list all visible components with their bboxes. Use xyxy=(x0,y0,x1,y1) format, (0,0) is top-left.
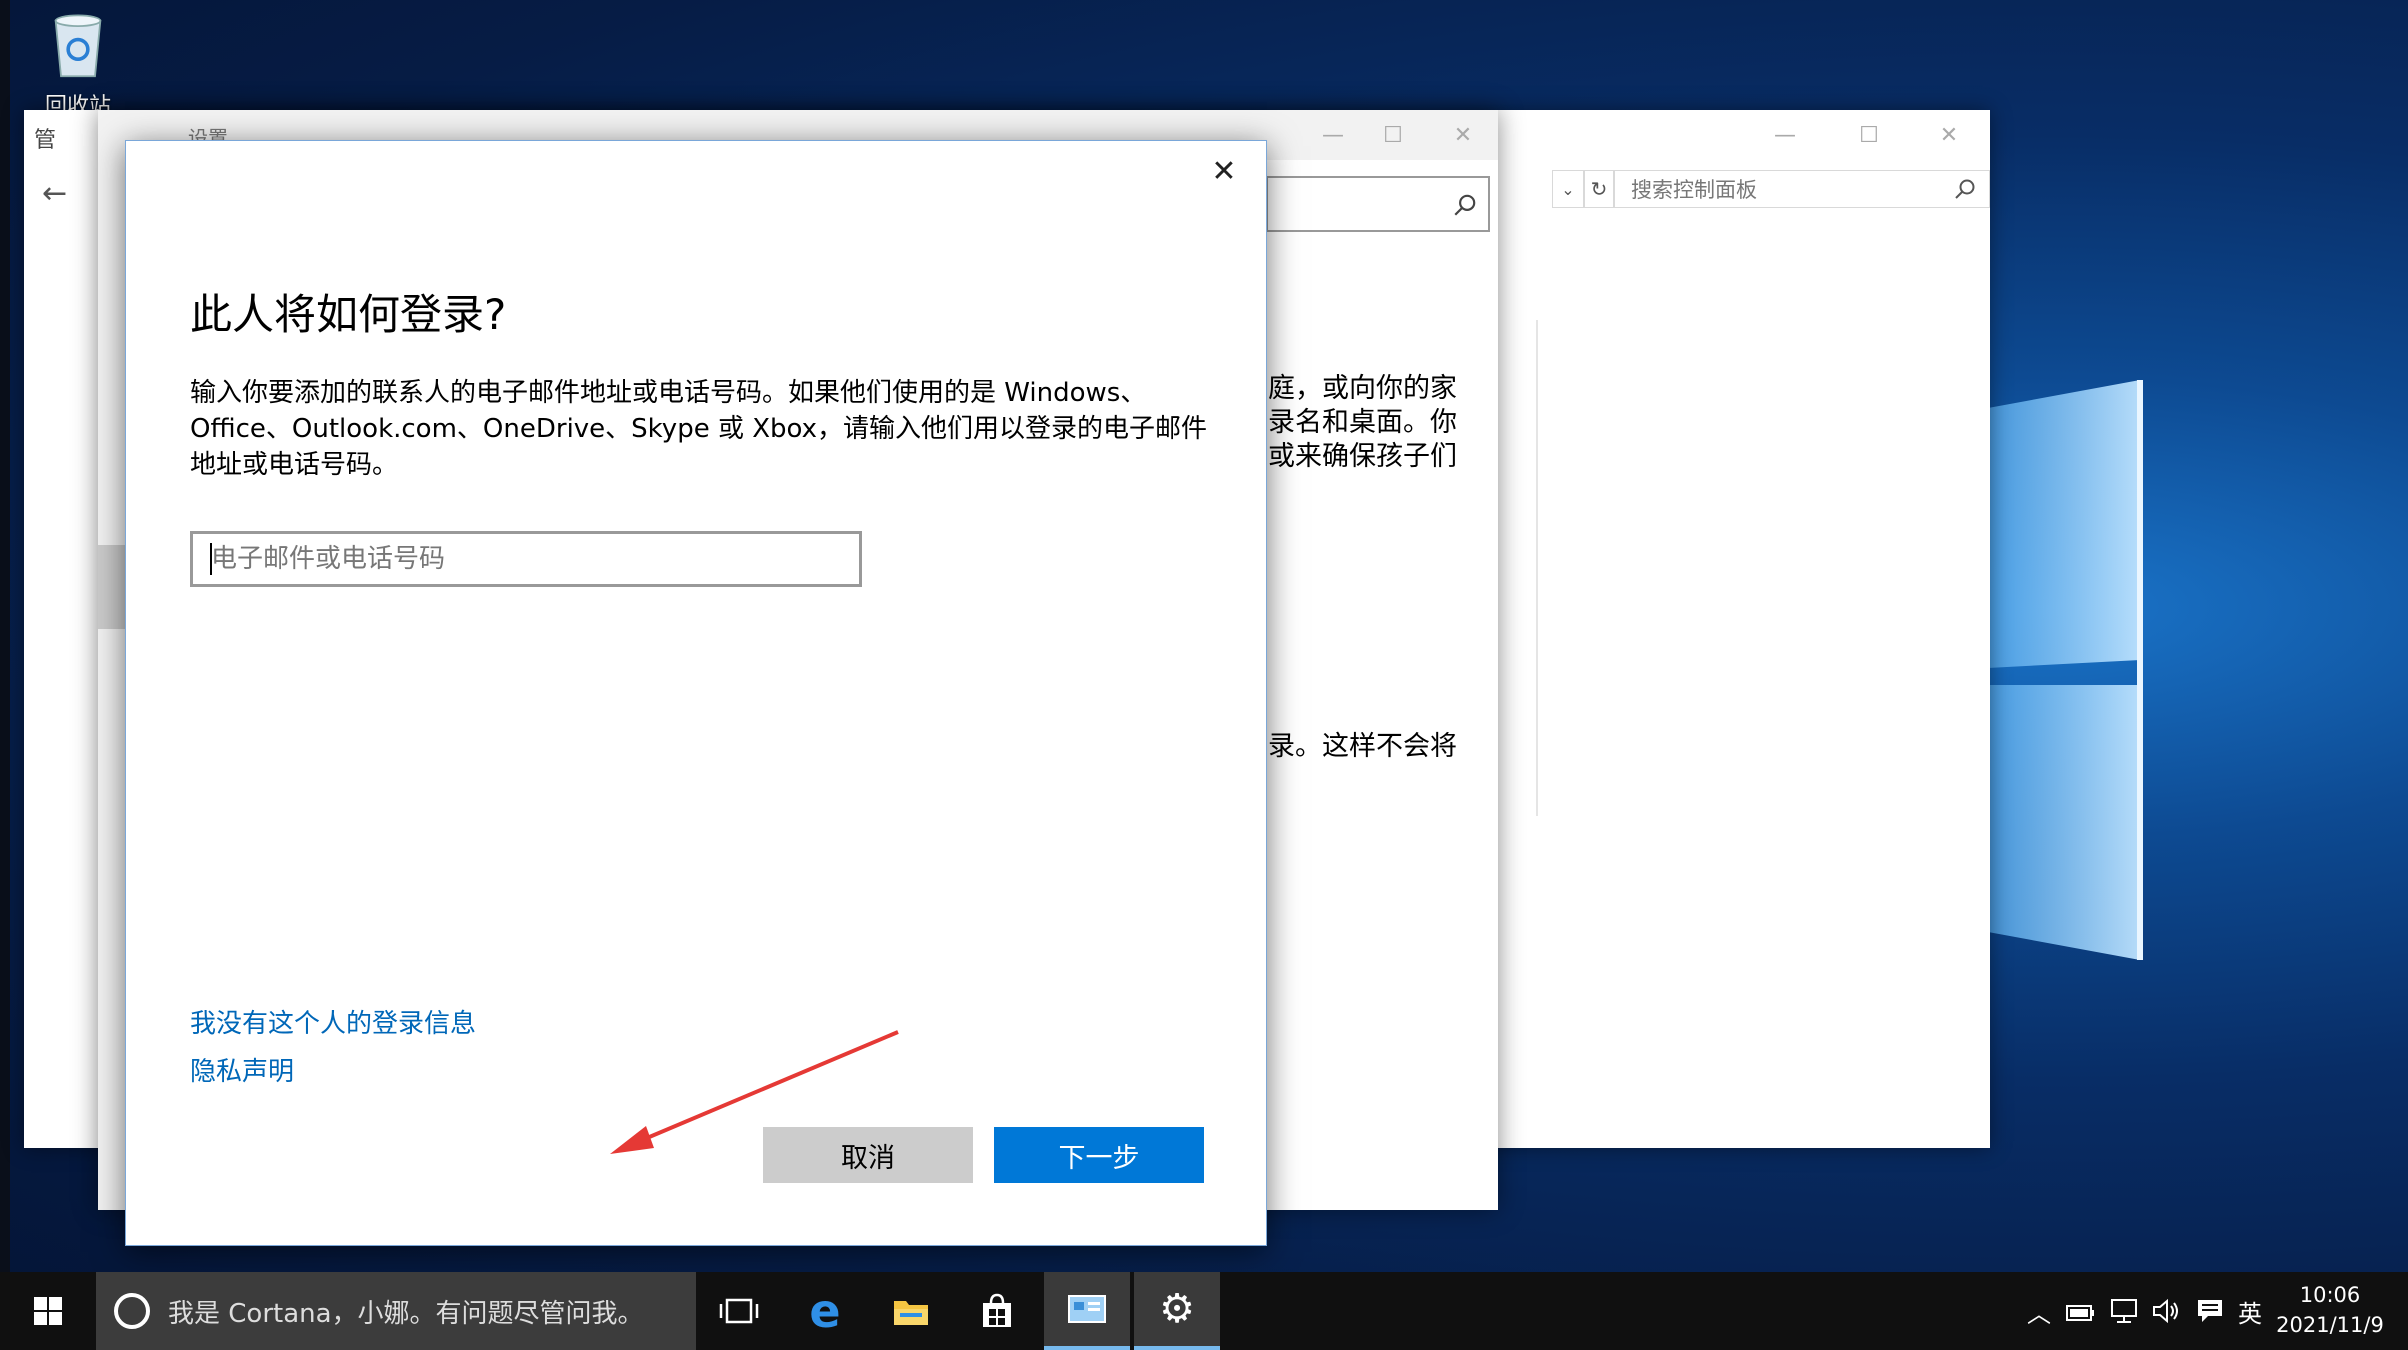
start-button[interactable] xyxy=(0,1272,96,1350)
refresh-icon[interactable]: ↻ xyxy=(1584,170,1614,208)
settings-text-4: 录。这样不会将 xyxy=(1268,731,1457,762)
gear-icon: ⚙ xyxy=(1159,1286,1195,1332)
volume-icon[interactable] xyxy=(2146,1272,2186,1350)
chevron-up-icon[interactable]: ︿ xyxy=(2024,1272,2054,1350)
chevron-down-icon[interactable]: ⌄ xyxy=(1552,170,1584,208)
cortana-ring-icon xyxy=(114,1293,150,1329)
settings-sidebar xyxy=(98,160,126,1210)
clock[interactable]: 10:06 2021/11/9 xyxy=(2268,1272,2392,1350)
ime-indicator[interactable]: 英 xyxy=(2232,1272,2268,1350)
edge-button[interactable]: e xyxy=(782,1272,868,1350)
task-view-icon xyxy=(719,1298,759,1324)
windows-logo-wallpaper xyxy=(1950,380,2143,960)
cortana-text: 我是 Cortana，小娜。有问题尽管问我。 xyxy=(168,1298,644,1329)
cp-search-input[interactable]: 搜索控制面板 xyxy=(1614,170,1990,208)
recycle-bin-icon xyxy=(54,14,102,78)
cp-content-panel xyxy=(1514,320,1538,816)
folder-icon xyxy=(894,1301,928,1325)
dialog-title: 此人将如何登录? xyxy=(190,290,507,339)
notification-icon[interactable] xyxy=(2190,1272,2230,1350)
sidebar-selected-item[interactable] xyxy=(98,545,126,629)
cp-search-placeholder: 搜索控制面板 xyxy=(1631,178,1757,202)
settings-taskbar-button[interactable]: ⚙ xyxy=(1134,1272,1220,1350)
settings-search-input[interactable] xyxy=(1266,176,1490,232)
close-icon[interactable]: ✕ xyxy=(1204,151,1244,191)
settings-text-3: 或来确保孩子们 xyxy=(1268,441,1457,472)
recycle-bin[interactable]: 回收站 xyxy=(38,10,118,120)
maximize-icon[interactable]: ☐ xyxy=(1378,120,1408,150)
left-edge-strip xyxy=(0,0,10,1280)
edge-icon: e xyxy=(809,1284,841,1338)
taskbar: 我是 Cortana，小娜。有问题尽管问我。 e ⚙ ︿ 英 10:06 202… xyxy=(0,1272,2408,1350)
cancel-button[interactable]: 取消 xyxy=(763,1127,973,1183)
email-or-phone-field[interactable] xyxy=(190,531,862,587)
dialog-description: 输入你要添加的联系人的电子邮件地址或电话号码。如果他们使用的是 Windows、… xyxy=(190,378,1208,480)
battery-icon[interactable] xyxy=(2060,1272,2100,1350)
store-icon xyxy=(983,1293,1011,1327)
control-panel-taskbar-button[interactable] xyxy=(1044,1272,1130,1350)
close-icon[interactable]: ✕ xyxy=(1448,120,1478,150)
back-arrow-icon[interactable]: ← xyxy=(42,176,67,211)
next-button[interactable]: 下一步 xyxy=(994,1127,1204,1183)
clock-time: 10:06 xyxy=(2299,1283,2361,1307)
task-view-button[interactable] xyxy=(696,1272,782,1350)
control-panel-icon xyxy=(1068,1295,1106,1323)
cp-title: 管 xyxy=(34,128,57,153)
search-icon xyxy=(1955,179,1975,199)
windows-start-icon xyxy=(34,1297,62,1325)
search-icon xyxy=(1454,194,1476,216)
add-user-dialog: ✕ 此人将如何登录? 输入你要添加的联系人的电子邮件地址或电话号码。如果他们使用… xyxy=(125,140,1267,1246)
file-explorer-button[interactable] xyxy=(868,1272,954,1350)
maximize-icon[interactable]: ☐ xyxy=(1854,120,1884,150)
minimize-icon[interactable]: — xyxy=(1770,120,1800,150)
cortana-search-box[interactable]: 我是 Cortana，小娜。有问题尽管问我。 xyxy=(96,1272,696,1350)
no-signin-info-link[interactable]: 我没有这个人的登录信息 xyxy=(190,1003,476,1040)
privacy-statement-link[interactable]: 隐私声明 xyxy=(190,1051,294,1088)
clock-date: 2021/11/9 xyxy=(2276,1313,2384,1337)
store-button[interactable] xyxy=(954,1272,1040,1350)
text-caret xyxy=(210,543,212,575)
network-icon[interactable] xyxy=(2104,1272,2144,1350)
close-icon[interactable]: ✕ xyxy=(1934,120,1964,150)
minimize-icon[interactable]: — xyxy=(1318,120,1348,150)
